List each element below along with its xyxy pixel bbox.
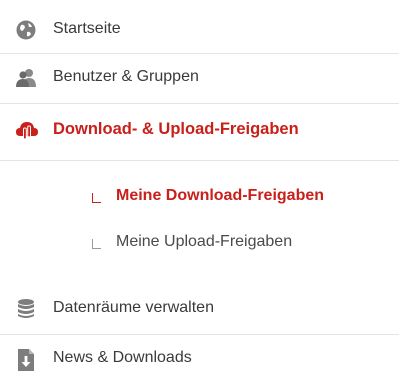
nav-item-label: News & Downloads [53, 349, 192, 366]
nav-item-label: Startseite [53, 20, 121, 37]
subnav-item-meine-download-freigaben[interactable]: Meine Download-Freigaben [92, 187, 392, 221]
nav-item-benutzer-gruppen[interactable]: Benutzer & Gruppen [0, 54, 399, 104]
nav-item-news-downloads[interactable]: News & Downloads [0, 335, 399, 385]
nav-item-label: Download- & Upload-Freigaben [53, 120, 299, 138]
tree-connector-icon [92, 239, 101, 249]
subnav-item-label: Meine Upload-Freigaben [116, 233, 293, 250]
globe-icon [15, 19, 37, 41]
nav-item-freigaben[interactable]: Download- & Upload-Freigaben [0, 106, 399, 156]
nav-item-label: Datenräume verwalten [53, 299, 214, 316]
tree-connector-icon [92, 193, 101, 203]
database-icon [15, 298, 37, 320]
users-icon [15, 67, 37, 89]
nav-item-startseite[interactable]: Startseite [0, 4, 399, 54]
sidebar-nav: Startseite Benutzer & Gruppen Download- … [0, 0, 399, 374]
divider [0, 160, 399, 161]
nav-item-label: Benutzer & Gruppen [53, 68, 199, 85]
divider [0, 103, 399, 104]
cloud-share-icon [15, 119, 38, 141]
subnav-item-meine-upload-freigaben[interactable]: Meine Upload-Freigaben [92, 233, 392, 267]
file-download-icon [15, 348, 37, 371]
nav-item-datenraeume[interactable]: Datenräume verwalten [0, 285, 399, 335]
subnav-item-label: Meine Download-Freigaben [116, 187, 325, 204]
